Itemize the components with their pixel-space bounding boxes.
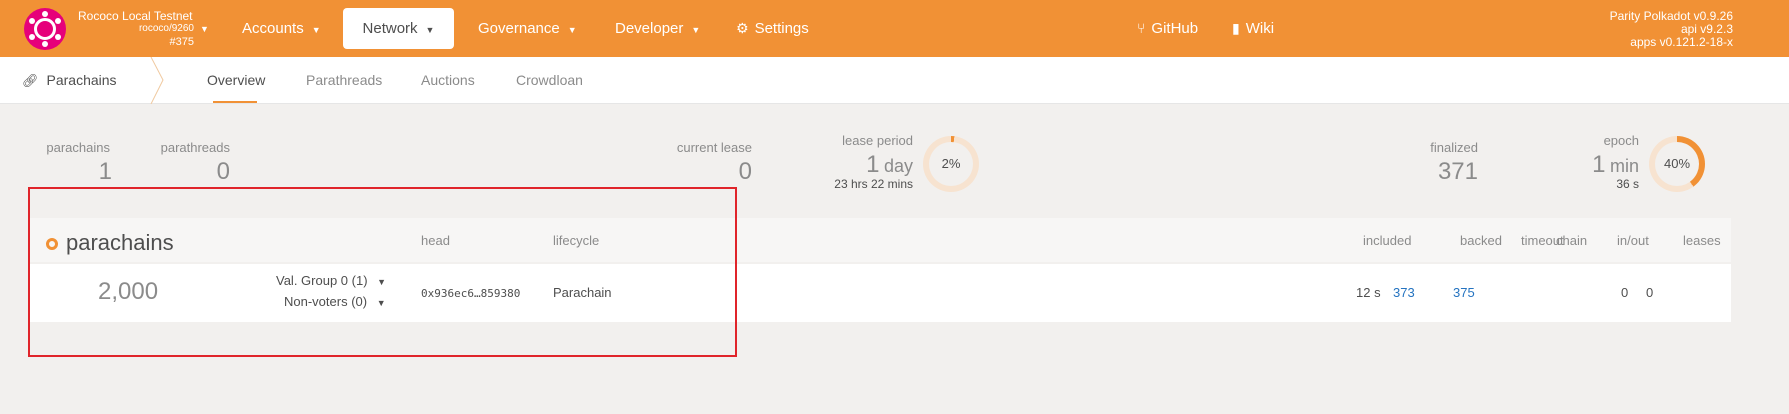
nav-developer[interactable]: Developer ▼	[615, 8, 700, 49]
epoch-label: epoch	[1603, 133, 1639, 148]
gear-icon: ⚙	[736, 20, 749, 36]
current-lease-value: 0	[738, 158, 752, 185]
version-info: Parity Polkadot v0.9.26 api v9.2.3 apps …	[1610, 10, 1733, 49]
lease-period-value: 1	[866, 151, 880, 178]
nav-accounts-label: Accounts	[242, 20, 304, 37]
in-count: 0	[1621, 285, 1629, 300]
chevron-down-icon: ▼	[567, 25, 577, 35]
wiki-link-label: Wiki	[1245, 20, 1275, 37]
chain-block-number: #375	[169, 36, 194, 48]
parachains-count-label: parachains	[46, 140, 110, 155]
top-bar: Rococo Local Testnet rococo/9260 #375 ▼ …	[0, 0, 1789, 57]
column-backed: backed	[1460, 233, 1502, 248]
out-count: 0	[1646, 285, 1654, 300]
lease-period-progress-ring: 2%	[923, 136, 979, 192]
parachains-count-value: 1	[98, 158, 112, 185]
lease-period-label: lease period	[842, 133, 913, 148]
epoch-progress-ring: 40%	[1649, 136, 1705, 192]
sub-navigation: 🔗︎ Parachains Overview Parathreads Auctio…	[0, 57, 1789, 104]
branch-icon: ⑂	[1137, 20, 1146, 36]
chevron-down-icon: ▼	[311, 25, 321, 35]
highlight-box	[28, 187, 737, 357]
included-block-link[interactable]: 373	[1393, 285, 1415, 300]
nav-settings-label: Settings	[754, 20, 809, 37]
epoch-remaining: 36 s	[1616, 177, 1639, 191]
chain-name[interactable]: Rococo Local Testnet	[78, 9, 193, 23]
finalized-label: finalized	[1430, 140, 1478, 155]
chevron-down-icon: ▼	[691, 25, 701, 35]
lease-period-percent: 2%	[929, 142, 973, 186]
backed-block-link[interactable]: 375	[1453, 285, 1475, 300]
nav-network-label: Network	[362, 20, 418, 37]
epoch-value-group: 1 min	[1540, 151, 1639, 179]
chain-selector-caret-icon[interactable]: ▼	[200, 24, 209, 34]
active-tab-indicator	[213, 101, 257, 103]
epoch-unit: min	[1609, 156, 1639, 176]
epoch-value: 1	[1592, 151, 1606, 178]
book-icon: ▮	[1232, 20, 1240, 36]
apps-version: apps v0.121.2-18-x	[1630, 35, 1733, 49]
link-icon: 🔗︎	[22, 73, 39, 88]
section-title-label: Parachains	[46, 72, 117, 88]
tab-crowdloan[interactable]: Crowdloan	[516, 72, 583, 88]
epoch-percent: 40%	[1655, 142, 1699, 186]
tab-overview[interactable]: Overview	[207, 72, 265, 88]
lease-period-value-group: 1 day	[800, 151, 913, 179]
nav-governance-label: Governance	[478, 20, 560, 37]
chevron-down-icon: ▼	[425, 25, 435, 35]
nav-accounts[interactable]: Accounts ▼	[242, 8, 321, 49]
finalized-value: 371	[1437, 158, 1478, 185]
nav-settings[interactable]: ⚙ Settings	[736, 8, 809, 49]
github-link[interactable]: ⑂ GitHub	[1137, 8, 1198, 49]
lease-period-remaining: 23 hrs 22 mins	[834, 177, 913, 191]
tab-auctions[interactable]: Auctions	[421, 72, 475, 88]
last-included-time: 12 s	[1356, 285, 1381, 300]
github-link-label: GitHub	[1151, 20, 1199, 37]
column-chain: chain	[1556, 233, 1588, 248]
column-leases: leases	[1683, 233, 1721, 248]
parathreads-count-value: 0	[216, 158, 230, 185]
lease-period-unit: day	[883, 156, 913, 176]
section-title[interactable]: 🔗︎ Parachains	[22, 72, 117, 89]
breadcrumb-chevron-icon	[150, 57, 164, 104]
wiki-link[interactable]: ▮ Wiki	[1232, 8, 1274, 49]
column-in-out: in/out	[1617, 233, 1649, 248]
current-lease-label: current lease	[676, 140, 752, 155]
chain-runtime[interactable]: rococo/9260	[78, 23, 194, 34]
polkadot-logo-icon[interactable]	[24, 8, 66, 50]
parathreads-count-label: parathreads	[160, 140, 230, 155]
nav-network[interactable]: Network ▼	[343, 8, 454, 49]
nav-developer-label: Developer	[615, 20, 684, 37]
nav-governance[interactable]: Governance ▼	[478, 8, 577, 49]
tab-parathreads[interactable]: Parathreads	[306, 72, 382, 88]
column-included: included	[1363, 233, 1412, 248]
